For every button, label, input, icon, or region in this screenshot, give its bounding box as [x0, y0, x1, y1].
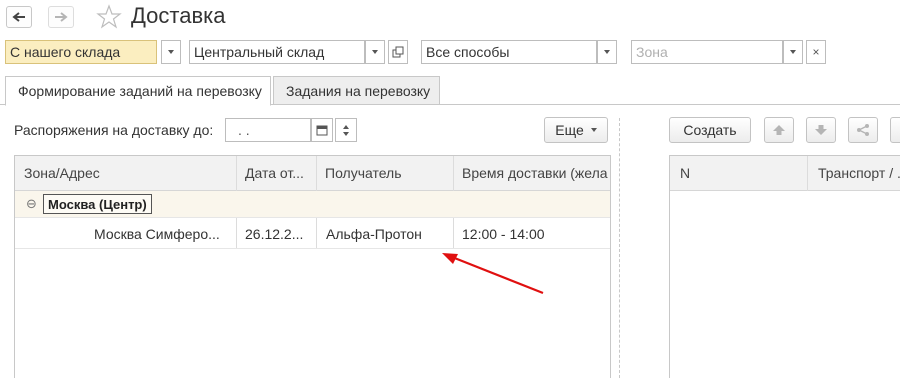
annotation-arrow [442, 253, 544, 295]
column-header-delivery-time[interactable]: Время доставки (жела [454, 155, 608, 191]
zone-dropdown-button[interactable] [783, 40, 803, 64]
arrow-up-icon [773, 125, 785, 135]
tab-forming-tasks[interactable]: Формирование заданий на перевозку [5, 76, 271, 106]
share-button[interactable] [848, 117, 878, 143]
column-header-zone-address[interactable]: Зона/Адрес [16, 155, 234, 191]
close-icon: × [812, 45, 820, 59]
forward-button[interactable] [48, 6, 74, 28]
warehouse-open-button[interactable] [388, 40, 408, 64]
zone-clear-button[interactable]: × [806, 40, 826, 64]
share-icon [857, 124, 869, 136]
calendar-icon [316, 125, 328, 136]
arrow-down-icon [815, 125, 827, 135]
warehouse-select[interactable]: Центральный склад [189, 40, 365, 64]
page-title: Доставка [131, 3, 226, 28]
warehouse-dropdown-button[interactable] [365, 40, 385, 64]
method-dropdown-button[interactable] [597, 40, 617, 64]
create-button[interactable]: Создать [669, 117, 751, 143]
row-date: 26.12.2... [245, 226, 304, 242]
row-address: Москва Симферо... [94, 226, 220, 242]
collapse-icon[interactable]: ⊖ [26, 196, 37, 212]
date-filter-label: Распоряжения на доставку до: [14, 122, 214, 138]
column-header-date[interactable]: Дата от... [237, 155, 315, 191]
method-select[interactable]: Все способы [421, 40, 597, 64]
calendar-button[interactable] [311, 118, 333, 142]
panel-splitter[interactable] [619, 118, 620, 378]
tab-transport-tasks[interactable]: Задания на перевозку [273, 76, 440, 105]
column-header-number[interactable]: N [672, 155, 802, 191]
chevron-down-icon [604, 50, 610, 54]
move-down-button[interactable] [806, 117, 836, 143]
chevron-down-icon [590, 128, 597, 132]
source-dropdown-button[interactable] [161, 40, 181, 64]
favorite-star-icon[interactable] [96, 4, 122, 30]
more-actions-button[interactable] [890, 117, 900, 143]
column-header-transport[interactable]: Транспорт / ... [810, 155, 900, 191]
date-input[interactable]: . . [225, 118, 311, 142]
spin-up-icon [343, 124, 349, 129]
zone-input[interactable]: Зона [631, 40, 783, 64]
chevron-down-icon [372, 50, 378, 54]
source-select[interactable]: С нашего склада [5, 40, 157, 64]
column-divider [807, 156, 808, 191]
chevron-down-icon [168, 50, 174, 54]
spin-down-icon [343, 131, 349, 136]
chevron-down-icon [790, 50, 796, 54]
date-spinner[interactable] [335, 118, 357, 142]
arrow-right-icon [55, 12, 68, 22]
back-button[interactable] [6, 6, 32, 28]
group-label: Москва (Центр) [43, 194, 152, 214]
arrow-left-icon [12, 12, 25, 22]
open-window-icon [392, 46, 404, 58]
more-button[interactable]: Еще [544, 117, 608, 143]
move-up-button[interactable] [764, 117, 794, 143]
column-header-recipient[interactable]: Получатель [317, 155, 452, 191]
more-button-label: Еще [555, 122, 584, 138]
